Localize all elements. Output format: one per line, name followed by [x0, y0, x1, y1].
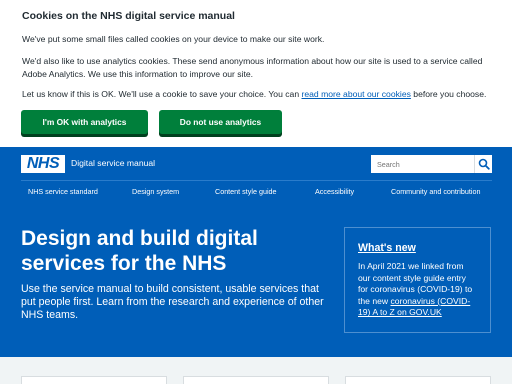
nav-item-community-and-contribution[interactable]: Community and contribution [391, 187, 481, 196]
cookie-paragraph-3: Let us know if this is OK. We'll use a c… [22, 88, 492, 101]
hero-text: Use the service manual to build consiste… [21, 283, 324, 322]
cookie-paragraph-3-start: Let us know if this is OK. We'll use a c… [22, 89, 302, 99]
cookie-paragraph-3-end: before you choose. [410, 89, 487, 99]
cookie-banner: Cookies on the NHS digital service manua… [0, 0, 512, 151]
search-form [371, 155, 492, 173]
accept-analytics-cookies-button[interactable]: I'm OK with analytics cookies [21, 110, 148, 151]
nav-item-nhs-service-standard[interactable]: NHS service standard [28, 187, 98, 196]
reject-analytics-cookies-button[interactable]: Do not use analytics cookies [159, 110, 282, 151]
search-button[interactable] [474, 155, 492, 173]
service-name-link[interactable]: Digital service manual [71, 158, 155, 168]
search-input[interactable] [371, 155, 474, 173]
whats-new-text: In April 2021 we linked from our content… [358, 261, 477, 319]
nav-item-content-style-guide[interactable]: Content style guide [215, 187, 277, 196]
content-card[interactable] [345, 376, 491, 384]
primary-navigation: NHS service standard Design system Conte… [0, 181, 512, 203]
content-card[interactable] [21, 376, 167, 384]
site-header: NHS Digital service manual NHS service s… [0, 147, 512, 357]
search-icon [478, 158, 490, 170]
cookie-paragraph-2: We'd also like to use analytics cookies.… [22, 56, 483, 79]
whats-new-title[interactable]: What's new [358, 242, 477, 254]
nav-item-design-system[interactable]: Design system [132, 187, 179, 196]
whats-new-panel: What's new In April 2021 we linked from … [344, 227, 491, 333]
cookie-paragraph-1: We've put some small files called cookie… [22, 34, 325, 44]
cookie-banner-title: Cookies on the NHS digital service manua… [22, 10, 235, 22]
content-card[interactable] [183, 376, 329, 384]
hero-title: Design and build digital services for th… [21, 227, 258, 275]
nav-item-accessibility[interactable]: Accessibility [315, 187, 354, 196]
content-area [0, 357, 512, 384]
nhs-logo[interactable]: NHS [21, 155, 65, 173]
read-more-cookies-link[interactable]: read more about our cookies [302, 89, 411, 99]
